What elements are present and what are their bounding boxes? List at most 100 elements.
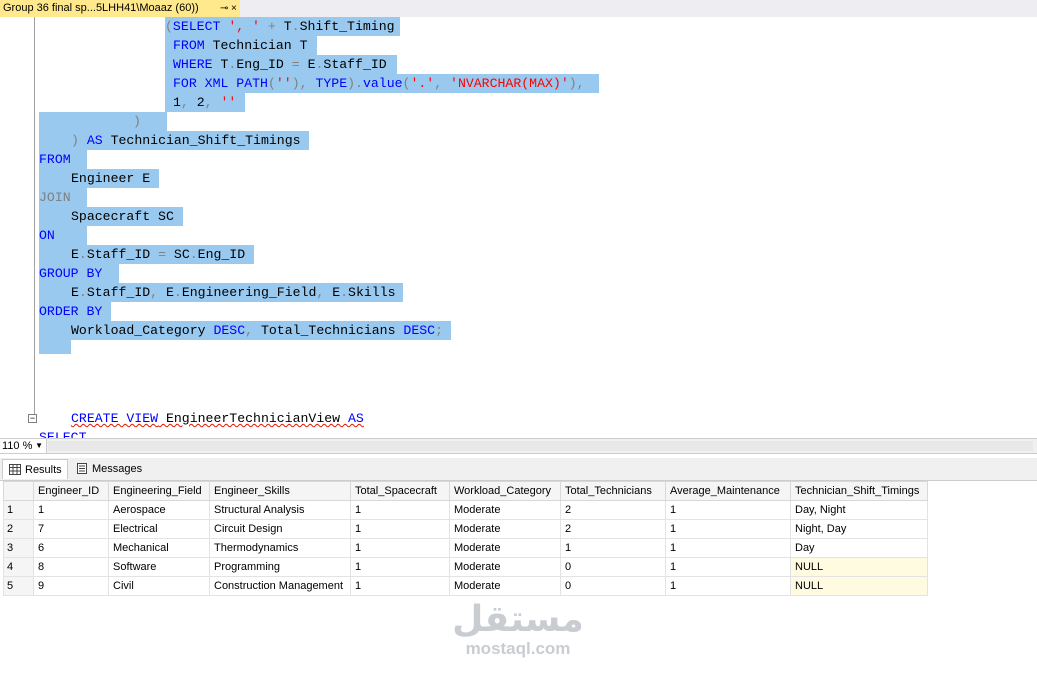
column-header[interactable]: Total_Spacecraft [350,481,450,501]
code-line: ORDER BY [39,304,103,319]
table-cell[interactable]: 0 [560,576,666,596]
zoom-value: 110 % [2,440,33,452]
table-row[interactable]: 1 1 Aerospace Structural Analysis 1 Mode… [3,500,928,520]
query-tab-title: Group 36 final sp...5LHH41\Moaaz (60)) [3,2,199,14]
table-cell[interactable]: 1 [665,500,791,520]
table-cell[interactable]: 2 [560,519,666,539]
table-cell[interactable]: 1 [665,538,791,558]
collapse-icon[interactable]: − [28,414,37,423]
table-cell[interactable]: Moderate [449,557,561,577]
code-line: FOR XML PATH(''), TYPE).value('.', 'NVAR… [173,76,585,91]
table-cell[interactable]: Software [108,557,210,577]
table-cell[interactable]: NULL [790,557,928,577]
header-row: Engineer_ID Engineering_Field Engineer_S… [3,481,928,501]
code-line: Workload_Category DESC, Total_Technician… [71,323,443,338]
zoom-dropdown[interactable]: 110 % ▼ [0,439,47,453]
table-cell[interactable]: Mechanical [108,538,210,558]
code-line: JOIN [39,190,71,205]
table-cell[interactable]: Thermodynamics [209,538,351,558]
code-line: E.Staff_ID = SC.Eng_ID [71,247,246,262]
column-header[interactable]: Engineering_Field [108,481,210,501]
table-cell[interactable]: 1 [560,538,666,558]
code-line: ON [39,228,55,243]
column-header[interactable]: Engineer_ID [33,481,109,501]
table-cell[interactable]: Moderate [449,519,561,539]
row-number[interactable]: 4 [3,557,34,577]
watermark-latin: mostaql.com [465,639,571,658]
table-cell[interactable]: Circuit Design [209,519,351,539]
table-cell[interactable]: Moderate [449,500,561,520]
tab-messages-label: Messages [92,463,143,475]
row-number[interactable]: 3 [3,538,34,558]
table-cell[interactable]: 1 [350,557,450,577]
column-header[interactable]: Engineer_Skills [209,481,351,501]
column-header[interactable]: Average_Maintenance [665,481,791,501]
grid-icon [9,464,21,475]
horizontal-scrollbar[interactable] [48,441,1033,451]
results-table: Engineer_ID Engineering_Field Engineer_S… [3,481,928,596]
code-line: ) [133,114,141,129]
table-cell[interactable]: Electrical [108,519,210,539]
table-row[interactable]: 2 7 Electrical Circuit Design 1 Moderate… [3,519,928,539]
table-cell[interactable]: 1 [350,519,450,539]
results-tab-bar: Results Messages [0,458,1037,481]
editor-status-bar: 110 % ▼ [0,438,1037,454]
table-cell[interactable]: Moderate [449,576,561,596]
chevron-down-icon: ▼ [35,441,43,450]
column-header[interactable]: Total_Technicians [560,481,666,501]
tab-messages[interactable]: Messages [70,459,150,479]
table-cell[interactable]: 1 [350,500,450,520]
table-cell[interactable]: 1 [33,500,109,520]
table-cell[interactable]: 1 [665,519,791,539]
code-line: Engineer E [71,171,151,186]
table-cell[interactable]: 0 [560,557,666,577]
table-cell[interactable]: Day [790,538,928,558]
table-cell[interactable]: 6 [33,538,109,558]
table-cell[interactable]: NULL [790,576,928,596]
table-cell[interactable]: 8 [33,557,109,577]
table-cell[interactable]: 1 [350,538,450,558]
table-cell[interactable]: 7 [33,519,109,539]
table-cell[interactable]: 9 [33,576,109,596]
selection-highlight [39,112,167,131]
code-line: ) AS Technician_Shift_Timings [71,133,301,148]
table-cell[interactable]: Moderate [449,538,561,558]
column-header[interactable]: Technician_Shift_Timings [790,481,928,501]
table-row[interactable]: 5 9 Civil Construction Management 1 Mode… [3,576,928,596]
pin-icon[interactable]: ⊸ [220,0,228,17]
outline-bar [34,17,35,417]
table-cell[interactable]: 1 [350,576,450,596]
table-cell[interactable]: 1 [665,557,791,577]
row-number[interactable]: 2 [3,519,34,539]
row-number[interactable]: 1 [3,500,34,520]
code-line: SELECT [39,430,87,438]
code-line: CREATE VIEW EngineerTechnicianView AS [71,411,364,426]
code-line: GROUP BY [39,266,103,281]
messages-icon [77,463,87,474]
query-tab[interactable]: Group 36 final sp...5LHH41\Moaaz (60)) ⊸… [0,0,240,17]
code-line: FROM [39,152,71,167]
sql-editor[interactable]: − (SELECT ', ' + T.Shift_Timing FROM Tec… [0,17,1037,438]
code-line: E.Staff_ID, E.Engineering_Field, E.Skill… [71,285,396,300]
column-header[interactable]: Workload_Category [449,481,561,501]
selection-highlight [39,340,71,354]
close-icon[interactable]: × [231,0,237,17]
table-cell[interactable]: Aerospace [108,500,210,520]
tab-results[interactable]: Results [2,459,68,479]
table-cell[interactable]: Day, Night [790,500,928,520]
code-line: 1, 2, '' [173,95,237,110]
table-cell[interactable]: 1 [665,576,791,596]
table-cell[interactable]: 2 [560,500,666,520]
tab-results-label: Results [25,464,62,476]
table-cell[interactable]: Construction Management [209,576,351,596]
table-row[interactable]: 3 6 Mechanical Thermodynamics 1 Moderate… [3,538,928,558]
table-cell[interactable]: Civil [108,576,210,596]
row-number-header[interactable] [3,481,34,501]
table-row[interactable]: 4 8 Software Programming 1 Moderate 0 1 … [3,557,928,577]
table-cell[interactable]: Night, Day [790,519,928,539]
table-cell[interactable]: Programming [209,557,351,577]
document-tab-bar: Group 36 final sp...5LHH41\Moaaz (60)) ⊸… [0,0,1037,18]
code-line: WHERE T.Eng_ID = E.Staff_ID [173,57,387,72]
table-cell[interactable]: Structural Analysis [209,500,351,520]
row-number[interactable]: 5 [3,576,34,596]
